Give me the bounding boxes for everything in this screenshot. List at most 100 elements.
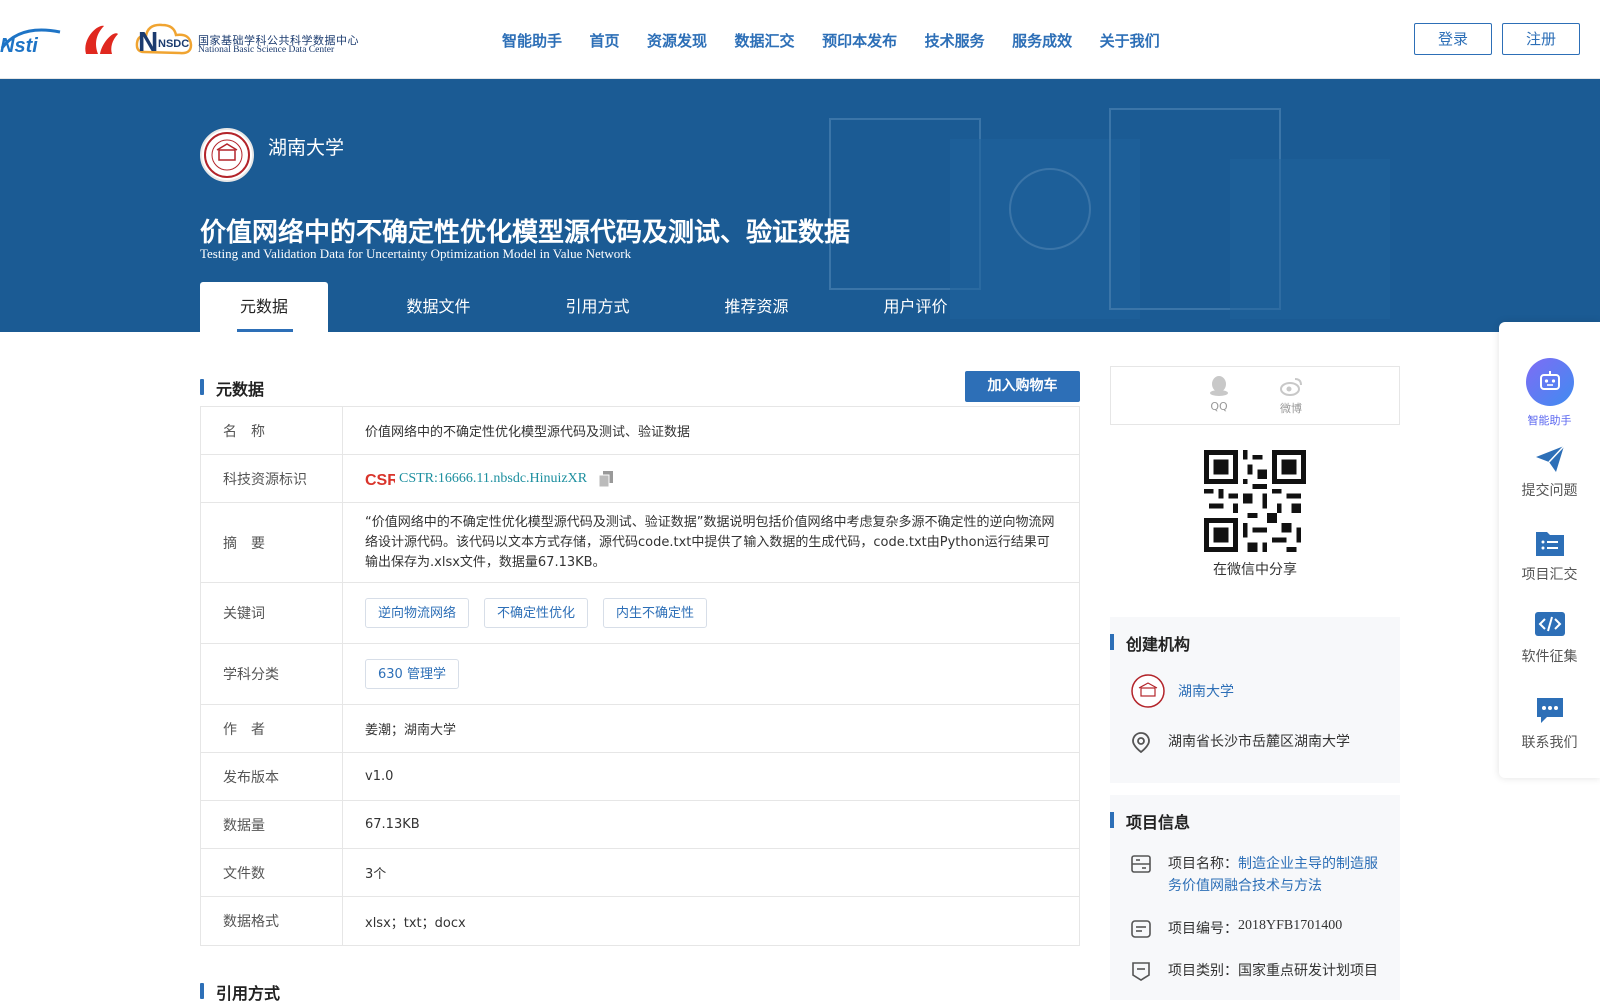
nsdc-logo[interactable]: N NSDC 国家基础学科公共科学数据中心 National Basic Sci… [134,18,359,60]
nav-results[interactable]: 服务成效 [1012,30,1072,51]
project-card: 项目信息 项目名称：制造企业主导的制造服务价值网融合技术与方法 项目编号： 201… [1110,795,1400,1000]
project-name-icon [1131,855,1151,873]
row-label: 文件数 [201,849,343,896]
table-row: 名 称 价值网络中的不确定性优化模型源代码及测试、验证数据 [201,407,1079,455]
row-label: 数据格式 [201,897,343,945]
keyword-tag[interactable]: 不确定性优化 [484,598,589,628]
row-value-files: 3个 [365,867,387,882]
svg-text:CSR: CSR [365,472,395,488]
keyword-tag[interactable]: 内生不确定性 [603,598,708,628]
table-row: 数据格式 xlsx；txt；docx [201,897,1079,945]
subject-tag[interactable]: 630 管理学 [365,659,459,689]
float-project-submit[interactable]: 项目汇交 [1499,528,1600,584]
row-label: 关键词 [201,583,343,643]
row-value-format: xlsx；txt；docx [365,915,466,931]
float-assistant[interactable]: 智能助手 [1499,358,1600,428]
tab-reviews[interactable]: 用户评价 [836,282,995,332]
nav-home[interactable]: 首页 [590,30,620,51]
robot-icon [1525,358,1574,406]
creator-org-link[interactable]: 湖南大学 [1178,681,1234,701]
table-row: 科技资源标识 CSR CSTR:16666.11.nbsdc.HinuizXR [201,455,1079,503]
table-row: 作 者 姜潮；湖南大学 [201,705,1079,753]
float-software-label: 软件征集 [1521,649,1578,665]
table-row: 学科分类 630 管理学 [201,644,1079,705]
tab-recommended[interactable]: 推荐资源 [677,282,836,332]
float-submit-label: 提交问题 [1521,483,1578,499]
weibo-icon [1280,378,1302,396]
org-logo [200,128,254,182]
send-icon [1535,445,1565,472]
floating-tools-panel: 智能助手 提交问题 项目汇交 软件征集 联系我们 [1499,322,1600,778]
nav-preprint[interactable]: 预印本发布 [822,30,897,51]
table-row: 文件数 3个 [201,849,1079,897]
banner-org-name[interactable]: 湖南大学 [268,133,344,160]
svg-text:Nsti: Nsti [0,35,38,56]
cstr-logo-icon: CSR [365,472,395,488]
copy-icon[interactable] [599,470,614,487]
wechat-qr-code [1204,450,1306,552]
nsdc-name-en: National Basic Science Data Center [198,45,335,55]
wechat-share-caption: 在微信中分享 [1213,562,1297,578]
creator-address-row: 湖南省长沙市岳麓区湖南大学 [1130,731,1350,753]
project-number-row: 项目编号： 2018YFB1701400 [1130,918,1342,940]
row-label: 摘 要 [201,503,343,582]
nav-about[interactable]: 关于我们 [1100,30,1160,51]
share-qq[interactable]: QQ [1199,375,1239,413]
row-label: 科技资源标识 [201,455,343,502]
creator-org-row: 湖南大学 [1130,673,1234,709]
project-type-label: 项目类别： [1168,963,1238,979]
project-number-label: 项目编号： [1168,921,1238,937]
float-contact-label: 联系我们 [1521,735,1578,751]
nav-discover[interactable]: 资源发现 [647,30,707,51]
svg-text:N: N [138,26,158,57]
add-to-cart-button[interactable]: 加入购物车 [965,371,1080,402]
project-type-row: 项目类别： 国家重点研发计划项目 [1130,960,1378,982]
chat-icon [1536,698,1563,723]
qq-icon [1210,376,1228,396]
cstr-link[interactable]: CSTR:16666.11.nbsdc.HinuizXR [399,471,587,487]
row-value-subject: 630 管理学 [343,644,1079,704]
project-card-title: 项目信息 [1110,809,1190,833]
table-row: 数据量 67.13KB [201,801,1079,849]
code-icon [1534,612,1565,636]
row-label: 发布版本 [201,753,343,800]
share-qq-label: QQ [1210,400,1228,413]
nav-assistant[interactable]: 智能助手 [502,30,562,51]
resource-tabs: 元数据 数据文件 引用方式 推荐资源 用户评价 [200,282,995,332]
row-value-abstract: “价值网络中的不确定性优化模型源代码及测试、验证数据”数据说明包括价值网络中考虑… [365,514,1055,570]
float-assistant-label: 智能助手 [1527,414,1572,427]
share-weibo[interactable]: 微博 [1271,375,1311,416]
float-software-collect[interactable]: 软件征集 [1499,612,1600,666]
register-button[interactable]: 注册 [1502,23,1580,55]
tab-data-files[interactable]: 数据文件 [359,282,518,332]
main-nav: 智能助手 首页 资源发现 数据汇交 预印本发布 技术服务 服务成效 关于我们 [502,30,1187,51]
float-contact-us[interactable]: 联系我们 [1499,696,1600,752]
folder-list-icon [1535,532,1564,556]
project-number-value: 2018YFB1701400 [1238,918,1343,933]
resource-title-cn: 价值网络中的不确定性优化模型源代码及测试、验证数据 [200,218,851,248]
login-button[interactable]: 登录 [1414,23,1492,55]
nav-tech-service[interactable]: 技术服务 [925,30,985,51]
float-project-label: 项目汇交 [1521,567,1578,583]
project-name-text: 项目名称：制造企业主导的制造服务价值网融合技术与方法 [1168,853,1385,897]
creator-address: 湖南省长沙市岳麓区湖南大学 [1168,734,1350,750]
svg-text:NSDC: NSDC [158,38,189,50]
nav-data-submit[interactable]: 数据汇交 [735,30,795,51]
nstl-logo[interactable]: Nsti [0,22,68,56]
metadata-section-title: 元数据 [200,376,264,400]
share-weibo-label: 微博 [1280,402,1302,415]
row-value-author: 姜潮；湖南大学 [365,723,457,738]
hnu-seal-icon [1131,674,1165,708]
tab-citation[interactable]: 引用方式 [518,282,677,332]
table-row: 发布版本 v1.0 [201,753,1079,801]
float-submit-question[interactable]: 提交问题 [1499,444,1600,500]
row-value-keywords: 逆向物流网络 不确定性优化 内生不确定性 [343,583,1079,643]
creator-card-title: 创建机构 [1110,631,1190,655]
red-brand-logo[interactable] [80,20,122,58]
row-label: 名 称 [201,407,343,454]
keyword-tag[interactable]: 逆向物流网络 [365,598,470,628]
table-row: 关键词 逆向物流网络 不确定性优化 内生不确定性 [201,583,1079,644]
row-label: 数据量 [201,801,343,848]
tab-metadata[interactable]: 元数据 [200,282,328,332]
project-type-icon [1132,962,1150,981]
